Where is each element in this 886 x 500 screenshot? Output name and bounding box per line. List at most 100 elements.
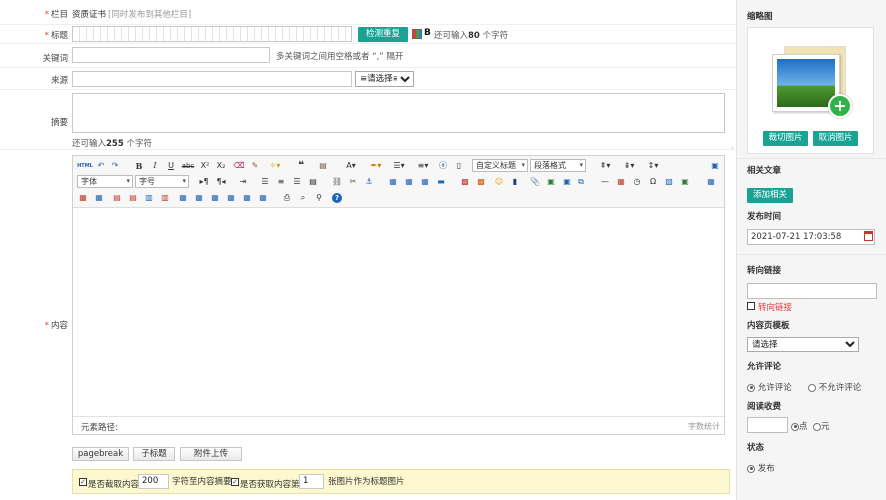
calendar-icon[interactable] [864, 231, 873, 241]
fee-yuan-option[interactable]: 元 [813, 420, 830, 432]
redirect-checkbox[interactable] [747, 302, 755, 310]
format-brush-icon[interactable]: ✎ [249, 159, 261, 172]
insert-image-icon[interactable]: ▩ [459, 175, 471, 188]
color-picker-icon[interactable] [412, 29, 422, 39]
link-icon[interactable]: ⛓ [331, 175, 343, 188]
undo-icon[interactable]: ↶ [95, 159, 107, 172]
image-center-icon[interactable]: ▬ [435, 175, 447, 188]
cut-content-checkbox[interactable]: ✓ [79, 478, 87, 486]
source-select[interactable]: ≡请选择≡ [355, 71, 414, 87]
paste-plain-icon[interactable]: ▤ [317, 159, 329, 172]
comment-allow-option[interactable]: 允许评论 [747, 381, 792, 393]
split-cells-icon[interactable]: ▦ [225, 191, 237, 204]
html-source-button[interactable]: HTML [77, 159, 93, 172]
auto-format-icon[interactable]: ✧▾ [265, 159, 285, 172]
delete-row-icon[interactable]: ▤ [127, 191, 139, 204]
attachment-upload-button[interactable]: 附件上传 [180, 447, 242, 461]
collapse-arrow-icon[interactable]: › [731, 144, 734, 152]
merge-cells-icon[interactable]: ▦ [177, 191, 189, 204]
thumbnail-placeholder-image[interactable]: + [772, 46, 852, 118]
align-justify-icon[interactable]: ▤ [307, 175, 319, 188]
help-icon[interactable]: ? [331, 191, 343, 204]
image-float-right-icon[interactable]: ▦ [419, 175, 431, 188]
status-publish-option[interactable]: 发布 [747, 462, 775, 474]
comment-deny-option[interactable]: 不允许评论 [808, 381, 861, 393]
publish-time-input[interactable]: 2021-07-21 17:03:58 [747, 229, 875, 245]
subtitle-button[interactable]: 子标题 [133, 447, 175, 461]
unlink-icon[interactable]: ✂ [347, 175, 359, 188]
status-publish-radio[interactable] [747, 464, 755, 473]
add-related-button[interactable]: 添加相关 [747, 188, 793, 203]
superscript-icon[interactable]: X² [199, 159, 211, 172]
cancel-image-button[interactable]: 取消图片 [813, 131, 858, 146]
title-input[interactable] [72, 26, 352, 42]
insert-table-icon[interactable]: ▦ [705, 175, 717, 188]
gmap-icon[interactable]: ▣ [561, 175, 573, 188]
fee-yuan-radio[interactable] [813, 422, 821, 431]
merge-down-icon[interactable]: ▦ [209, 191, 221, 204]
image-float-none-icon[interactable]: ▦ [387, 175, 399, 188]
fee-input[interactable] [747, 417, 788, 433]
align-center-icon[interactable]: ≡ [275, 175, 287, 188]
crop-image-button[interactable]: 裁切图片 [763, 131, 808, 146]
split-cols-icon[interactable]: ▦ [257, 191, 269, 204]
split-rows-icon[interactable]: ▦ [241, 191, 253, 204]
highlight-color-icon[interactable]: ✒▾ [365, 159, 387, 172]
search-replace-icon[interactable]: ⚲ [313, 191, 325, 204]
pagebreak-button[interactable]: pagebreak [72, 447, 129, 461]
font-size-select[interactable]: 字号 [135, 175, 189, 188]
font-family-select[interactable]: 字体 [77, 175, 133, 188]
font-color-icon[interactable]: A▾ [341, 159, 361, 172]
image-float-left-icon[interactable]: ▦ [403, 175, 415, 188]
time-icon[interactable]: ◷ [631, 175, 643, 188]
italic-icon[interactable]: I [149, 159, 161, 172]
cut-length-input[interactable]: 200 [138, 474, 169, 489]
scrawl-icon[interactable]: ▧ [663, 175, 675, 188]
paragraph-format-select[interactable]: 段落格式 [530, 159, 586, 172]
preview-icon[interactable]: ⌕ [297, 191, 309, 204]
ordered-list-icon[interactable]: ☰▾ [389, 159, 409, 172]
comment-allow-radio[interactable] [747, 383, 755, 392]
merge-right-icon[interactable]: ▦ [193, 191, 205, 204]
eraser-icon[interactable]: ⌫ [233, 159, 245, 172]
custom-title-select[interactable]: 自定义标题 [472, 159, 528, 172]
anchor-icon[interactable]: ⚓ [363, 175, 375, 188]
insert-col-icon[interactable]: ▥ [143, 191, 155, 204]
subscript-icon[interactable]: X₂ [215, 159, 227, 172]
clear-doc-icon[interactable]: ▯ [453, 159, 465, 172]
source-input[interactable] [72, 71, 352, 87]
unordered-list-icon[interactable]: ≡▾ [413, 159, 433, 172]
indent-icon[interactable]: ⇥ [237, 175, 249, 188]
get-thumb-checkbox[interactable]: ✓ [231, 478, 239, 486]
iframe-icon[interactable]: ⧉ [575, 175, 587, 188]
comment-deny-radio[interactable] [808, 383, 816, 392]
editor-body[interactable] [73, 209, 724, 416]
add-image-icon[interactable]: + [828, 94, 852, 118]
keywords-input[interactable] [72, 47, 270, 63]
attachment-icon[interactable]: 📎 [529, 175, 541, 188]
ltr-icon[interactable]: ▸¶ [197, 175, 211, 188]
fee-point-option[interactable]: 点 [791, 420, 808, 432]
blockquote-icon[interactable]: ❝ [295, 159, 307, 172]
delete-col-icon[interactable]: ▥ [159, 191, 171, 204]
multi-image-icon[interactable]: ▩ [475, 175, 487, 188]
fullscreen-icon[interactable]: ▣ [709, 159, 721, 172]
thumb-index-input[interactable]: 1 [299, 474, 324, 489]
strikethrough-icon[interactable]: abc [181, 159, 195, 172]
video-icon[interactable]: ▮ [509, 175, 521, 188]
check-duplicate-button[interactable]: 检测重复 [358, 27, 408, 42]
underline-icon[interactable]: U [165, 159, 177, 172]
bold-icon[interactable]: B [133, 159, 145, 172]
align-left-icon[interactable]: ☰ [259, 175, 271, 188]
line-height-icon[interactable]: ↕▾ [643, 159, 663, 172]
select-all-icon[interactable]: ⓐ [437, 159, 449, 172]
template-select[interactable]: 请选择 [747, 337, 859, 352]
date-icon[interactable]: ▦ [615, 175, 627, 188]
rtl-icon[interactable]: ¶◂ [214, 175, 228, 188]
insert-row-icon[interactable]: ▤ [111, 191, 123, 204]
print-icon[interactable]: ⎙ [281, 191, 293, 204]
summary-textarea[interactable] [72, 93, 725, 133]
emotion-icon[interactable]: ☺ [493, 175, 505, 188]
delete-table-icon[interactable]: ▦ [93, 191, 105, 204]
snapscreen-icon[interactable]: ▣ [679, 175, 691, 188]
